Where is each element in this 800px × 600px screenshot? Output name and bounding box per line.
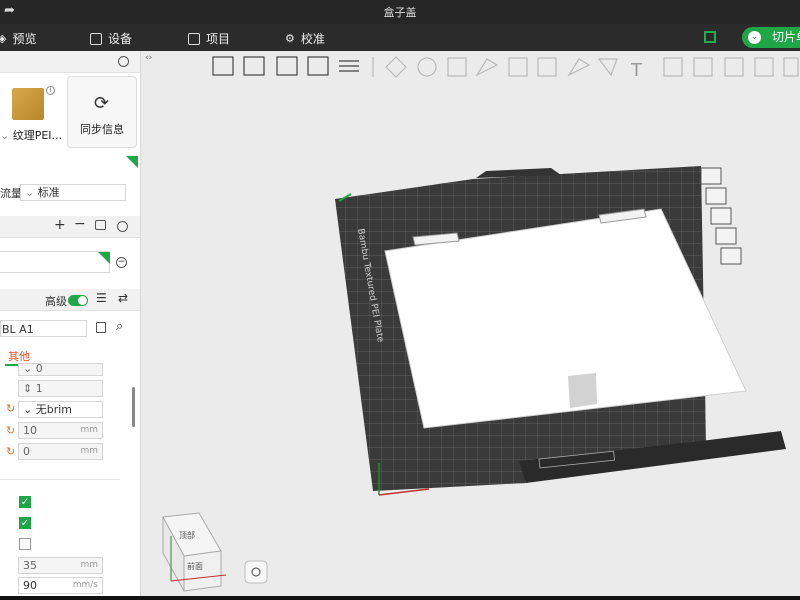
cut-icon[interactable] — [508, 57, 528, 77]
divider — [0, 479, 120, 480]
advanced-toggle[interactable] — [68, 295, 88, 306]
text-tool-icon[interactable]: T — [630, 60, 643, 81]
slice-button[interactable]: ⌄ 切片单 — [742, 27, 800, 48]
chevron-down-icon: ⌄ — [0, 129, 13, 142]
more-tools-icon[interactable] — [783, 57, 799, 77]
calibrate-icon: ⚙ — [285, 32, 295, 45]
reset-icon[interactable]: ↻ — [6, 424, 15, 437]
orient-icon[interactable] — [276, 56, 298, 76]
layers-icon: ◈ — [0, 32, 7, 45]
split-view-icon[interactable] — [704, 31, 716, 43]
left-panel: i ⌄ 纹理PEI... ⟳ 同步信息 流量 ⌄ 标准 + − − 高级 ☰ ⇄… — [0, 51, 141, 596]
menu-bar: ◈ 预览 设备 项目 ⚙ 校准 ⌄ 切片单 — [0, 24, 800, 51]
info-icon[interactable]: i — [46, 86, 55, 95]
add-plate-icon[interactable] — [243, 56, 265, 76]
title-bar: ➦ 盒子盖 — [0, 0, 800, 24]
speed-field-35[interactable]: 35 mm — [18, 557, 103, 574]
objects-header: + − — [0, 216, 140, 238]
printer-header — [0, 51, 140, 73]
plate-close-icon[interactable] — [700, 167, 722, 185]
reset-icon[interactable]: ↻ — [6, 445, 15, 458]
taskbar-edge — [0, 596, 800, 600]
advanced-label: 高级 — [45, 295, 67, 308]
search-icon[interactable]: ⌕ — [116, 319, 123, 334]
window-title: 盒子盖 — [383, 6, 417, 19]
add-object-icon[interactable] — [212, 56, 234, 76]
sync-icon: ⟳ — [94, 93, 110, 114]
chevron-down-icon: ⌄ — [23, 362, 36, 375]
chevron-down-icon: ⌄ — [748, 31, 761, 44]
variable-layer-icon[interactable] — [754, 57, 774, 77]
save-icon[interactable] — [96, 322, 106, 333]
chevron-down-icon: ⌄ — [25, 186, 38, 199]
preset-select[interactable] — [0, 320, 87, 337]
add-icon[interactable]: + — [54, 217, 66, 233]
plate-settings-icon[interactable] — [720, 247, 742, 265]
object-color-swatch[interactable] — [98, 252, 110, 264]
fit-view-button[interactable] — [244, 560, 268, 584]
list-icon[interactable]: ☰ — [96, 291, 107, 305]
scene-svg: T Bambu Textured PEI Plate 顶部 前面 — [162, 56, 799, 592]
3d-viewport[interactable]: ‹› T Bambu Textured PEI Plate 顶部 前面 — [141, 51, 800, 596]
checkbox-3[interactable] — [19, 538, 31, 550]
remove-icon[interactable]: − — [74, 216, 86, 232]
compare-icon[interactable]: ⇄ — [118, 291, 128, 305]
support-paint-icon[interactable] — [567, 58, 591, 77]
speed-field-90[interactable]: 90 mm/s — [18, 577, 103, 594]
measure-icon[interactable] — [693, 57, 713, 77]
gear-icon[interactable] — [117, 221, 128, 232]
plate-orient-icon[interactable] — [710, 207, 732, 225]
reset-icon[interactable]: ↻ — [6, 402, 15, 415]
menu-device[interactable]: 设备 — [90, 30, 132, 47]
menu-project[interactable]: 项目 — [188, 30, 230, 47]
plate-arrange-icon[interactable] — [705, 187, 727, 205]
count-stepper[interactable]: ⇕ 1 — [18, 380, 103, 397]
gear-icon[interactable] — [118, 56, 129, 67]
brim-gap-field[interactable]: 0 mm — [18, 443, 103, 460]
filament-color-swatch[interactable] — [126, 156, 138, 168]
top-setting-field[interactable]: ⌄ 0 — [18, 363, 103, 376]
device-icon — [90, 32, 102, 45]
stepper-icon: ⇕ — [23, 382, 36, 395]
arrange-icon[interactable] — [307, 56, 329, 76]
plate-lock-icon[interactable] — [715, 227, 737, 245]
seam-icon[interactable] — [663, 57, 683, 77]
menu-calibrate[interactable]: ⚙ 校准 — [285, 30, 325, 47]
checkbox-2[interactable]: ✓ — [19, 517, 31, 529]
scale-icon[interactable] — [447, 57, 467, 77]
project-icon — [188, 32, 200, 45]
brim-width-field[interactable]: 10 mm — [18, 422, 103, 439]
scrollbar[interactable] — [132, 387, 135, 427]
process-header: 高级 ☰ ⇄ — [0, 289, 140, 311]
boolean-icon[interactable] — [537, 57, 557, 77]
plate-type-select[interactable]: ⌄ 纹理PEI... — [0, 127, 62, 143]
toolbar: T — [212, 56, 799, 81]
rotate-icon[interactable] — [417, 57, 437, 77]
color-paint-icon[interactable] — [597, 58, 618, 77]
preset-icon[interactable] — [95, 220, 106, 230]
sync-info-button[interactable]: ⟳ 同步信息 — [67, 76, 137, 148]
object-list-item[interactable] — [0, 251, 110, 273]
view-cube[interactable]: 顶部 前面 — [162, 512, 227, 592]
brim-type-select[interactable]: ⌄ 无brim — [18, 401, 103, 418]
flow-label: 流量 — [0, 187, 22, 200]
layers-list-icon[interactable] — [339, 60, 359, 72]
view-top-label: 顶部 — [179, 530, 195, 540]
view-front-label: 前面 — [187, 561, 203, 571]
assembly-icon[interactable] — [724, 57, 744, 77]
move-icon[interactable] — [385, 56, 407, 78]
chevron-down-icon: ⌄ — [23, 403, 36, 416]
checkbox-1[interactable]: ✓ — [19, 496, 31, 508]
lay-flat-icon[interactable] — [475, 58, 499, 77]
flow-select[interactable]: ⌄ 标准 — [20, 184, 126, 201]
plate-thumbnail[interactable] — [12, 88, 44, 120]
menu-preview[interactable]: ◈ 预览 — [0, 30, 36, 47]
minus-circle-icon[interactable]: − — [116, 257, 127, 268]
